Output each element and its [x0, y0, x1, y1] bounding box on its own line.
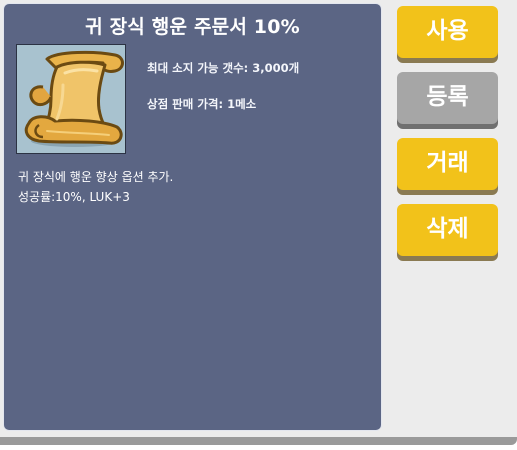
use-button[interactable]: 사용: [397, 6, 498, 58]
max-stack-info: 최대 소지 가능 갯수: 3,000개: [147, 61, 300, 75]
trade-button[interactable]: 거래: [397, 138, 498, 190]
item-title: 귀 장식 행운 주문서 10%: [85, 16, 300, 38]
window-bottom-edge: [0, 437, 517, 445]
scroll-icon: [24, 50, 124, 147]
item-window: 귀 장식 행운 주문서 10% 최대 소지 가능 갯수: 3,000개 상점 판…: [0, 0, 517, 445]
delete-button[interactable]: 삭제: [397, 204, 498, 256]
item-info-panel: 귀 장식 행운 주문서 10% 최대 소지 가능 갯수: 3,000개 상점 판…: [3, 3, 382, 431]
item-icon-frame: [16, 44, 126, 154]
shop-price-info: 상점 판매 가격: 1메소: [147, 97, 257, 111]
register-button[interactable]: 등록: [397, 72, 498, 124]
item-success-rate: 성공률:10%, LUK+3: [18, 190, 130, 204]
item-description-line: 귀 장식에 행운 향상 옵션 추가.: [18, 170, 174, 184]
